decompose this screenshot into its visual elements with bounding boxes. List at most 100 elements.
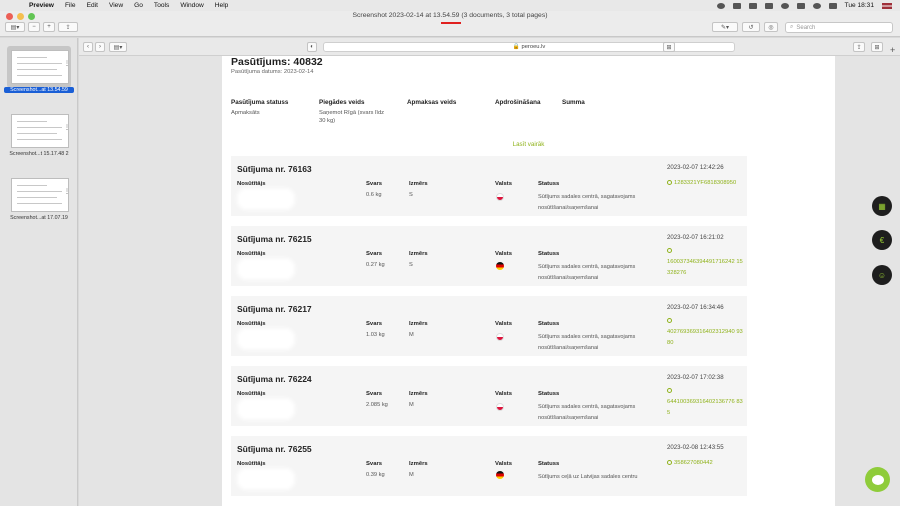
thumbnail-1[interactable] xyxy=(11,50,69,84)
sum-header: Summa xyxy=(562,99,585,106)
status-line-2: nosūtīšanai/saņemšanai xyxy=(538,275,599,281)
menu-tools[interactable]: Tools xyxy=(154,2,169,9)
more-icon[interactable]: ⋮ xyxy=(64,124,70,131)
status-line-1: Sūtījums ceļā uz Latvijas sadales centru xyxy=(538,474,638,480)
delivery-line-1: Saņemot Rīgā (svars līdz xyxy=(319,110,385,116)
size-header: Izmērs xyxy=(409,321,428,327)
tracking-number[interactable]: 644100369316402136776 835 xyxy=(667,399,743,416)
tracking-link[interactable]: 160037346394491716242 15328276 xyxy=(667,246,745,279)
menu-help[interactable]: Help xyxy=(215,2,229,9)
sender-header: Nosūtītājs xyxy=(237,391,266,397)
germany-flag-icon xyxy=(496,471,504,479)
sender-redacted xyxy=(237,188,295,210)
location-pin-icon xyxy=(667,317,672,323)
status-icon[interactable] xyxy=(732,2,741,9)
search-field[interactable]: ⌕ Search xyxy=(785,22,893,33)
shipment-status: Sūtījums sadales centrā, sagatavojams no… xyxy=(538,192,648,214)
thumbnail-2[interactable] xyxy=(11,114,69,148)
user-icon[interactable]: ☺ xyxy=(872,265,892,285)
wifi-icon[interactable] xyxy=(780,2,789,9)
shipment-size: S xyxy=(409,192,413,198)
title-underline xyxy=(441,22,461,24)
rotate-button[interactable]: ↺ xyxy=(742,22,760,32)
shipment-date: 2023-02-08 12:43:55 xyxy=(667,444,724,451)
euro-icon[interactable]: € xyxy=(872,230,892,250)
tracking-link[interactable]: 402769369316402312940 9380 xyxy=(667,316,745,349)
sender-header: Nosūtītājs xyxy=(237,181,266,187)
tracking-link[interactable]: 1283321YF6818308950 xyxy=(667,178,745,189)
thumbnail-3-label[interactable]: Screenshot...at 17.07.19 xyxy=(4,215,74,221)
menu-go[interactable]: Go xyxy=(134,2,143,9)
thumbnail-1-label[interactable]: Screenshot...at 13.54.59 xyxy=(4,87,74,93)
order-title: Pasūtījums: 40832 xyxy=(231,56,323,68)
tracking-number[interactable]: 358627080442 xyxy=(674,460,713,466)
battery-icon[interactable] xyxy=(796,2,805,9)
shipment-size: M xyxy=(409,332,414,338)
status-icon[interactable] xyxy=(748,2,757,9)
shipment-title: Sūtījuma nr. 76217 xyxy=(237,304,312,314)
tracking-number[interactable]: 1283321YF6818308950 xyxy=(674,180,736,186)
window-title: Screenshot 2023-02-14 at 13.54.59 (3 doc… xyxy=(0,12,900,19)
shipment-status: Sūtījums sadales centrā, sagatavojams no… xyxy=(538,262,648,284)
tracking-number[interactable]: 160037346394491716242 15328276 xyxy=(667,259,743,276)
thumbnail-2-label[interactable]: Screenshot...t 15.17.48 2 xyxy=(4,151,74,157)
thumbnail-3[interactable] xyxy=(11,178,69,212)
shipment-card: Sūtījuma nr. 76217 2023-02-07 16:34:46 N… xyxy=(231,296,747,356)
more-icon[interactable]: ⋮ xyxy=(64,60,70,67)
menu-edit[interactable]: Edit xyxy=(87,2,98,9)
menu-app-name[interactable]: Preview xyxy=(29,2,54,9)
status-icon[interactable] xyxy=(764,2,773,9)
clock[interactable]: Tue 18:31 xyxy=(845,2,874,9)
shipment-size: M xyxy=(409,472,414,478)
read-more-link[interactable]: Lasīt vairāk xyxy=(222,141,835,148)
share-button[interactable]: ⇪ xyxy=(58,22,78,32)
back-button[interactable]: ‹ xyxy=(83,42,93,52)
apps-icon[interactable]: ▦ xyxy=(872,196,892,216)
tracking-link[interactable]: 358627080442 xyxy=(667,458,745,469)
status-line-1: Sūtījums sadales centrā, sagatavojams xyxy=(538,194,636,200)
country-header: Valsts xyxy=(495,391,513,397)
zoom-in-button[interactable]: + xyxy=(43,22,55,32)
status-line-1: Sūtījums sadales centrā, sagatavojams xyxy=(538,404,636,410)
status-line-2: nosūtīšanai/saņemšanai xyxy=(538,415,599,421)
sender-header: Nosūtītājs xyxy=(237,251,266,257)
messenger-chat-button[interactable] xyxy=(865,467,890,492)
search-placeholder: Search xyxy=(796,24,816,31)
menu-window[interactable]: Window xyxy=(180,2,203,9)
tracking-number[interactable]: 402769369316402312940 9380 xyxy=(667,329,743,346)
control-center-icon[interactable] xyxy=(828,2,837,9)
menu-view[interactable]: View xyxy=(109,2,123,9)
more-icon[interactable]: ⋮ xyxy=(64,188,70,195)
sidebar-toggle-button[interactable]: ▤▾ xyxy=(5,22,25,32)
forward-button[interactable]: › xyxy=(95,42,105,52)
shipment-card: Sūtījuma nr. 76255 2023-02-08 12:43:55 N… xyxy=(231,436,747,496)
privacy-icon[interactable]: ◐ xyxy=(307,42,317,52)
shipment-weight: 0.39 kg xyxy=(366,472,385,478)
sidebar-toggle-button[interactable]: ▤▾ xyxy=(109,42,127,52)
sender-header: Nosūtītājs xyxy=(237,461,266,467)
zoom-out-button[interactable]: − xyxy=(28,22,40,32)
sender-header: Nosūtītājs xyxy=(237,321,266,327)
shipment-weight: 1.03 kg xyxy=(366,332,385,338)
share-button[interactable]: ⇪ xyxy=(853,42,865,52)
new-tab-icon[interactable]: + xyxy=(890,45,900,55)
tab-overview-button[interactable]: ⊞ xyxy=(663,42,675,52)
status-line-2: nosūtīšanai/saņemšanai xyxy=(538,345,599,351)
shipment-card: Sūtījuma nr. 76163 2023-02-07 12:42:26 N… xyxy=(231,156,747,216)
markup-button[interactable]: ✎▾ xyxy=(712,22,738,32)
menu-file[interactable]: File xyxy=(65,2,76,9)
tabs-button[interactable]: ⊞ xyxy=(871,42,883,52)
sender-redacted xyxy=(237,258,295,280)
search-icon[interactable] xyxy=(812,2,821,9)
status-icon[interactable] xyxy=(716,2,725,9)
title-bar: Screenshot 2023-02-14 at 13.54.59 (3 doc… xyxy=(0,11,900,37)
tracking-link[interactable]: 644100369316402136776 835 xyxy=(667,386,745,419)
flag-icon[interactable] xyxy=(882,2,892,9)
status-header: Statuss xyxy=(538,251,560,257)
messenger-icon xyxy=(871,474,884,485)
weight-header: Svars xyxy=(366,321,383,327)
shipment-weight: 0.6 kg xyxy=(366,192,382,198)
weight-header: Svars xyxy=(366,181,383,187)
delivery-line-2: 30 kg) xyxy=(319,118,336,124)
annotate-button[interactable]: ◎ xyxy=(764,22,778,32)
